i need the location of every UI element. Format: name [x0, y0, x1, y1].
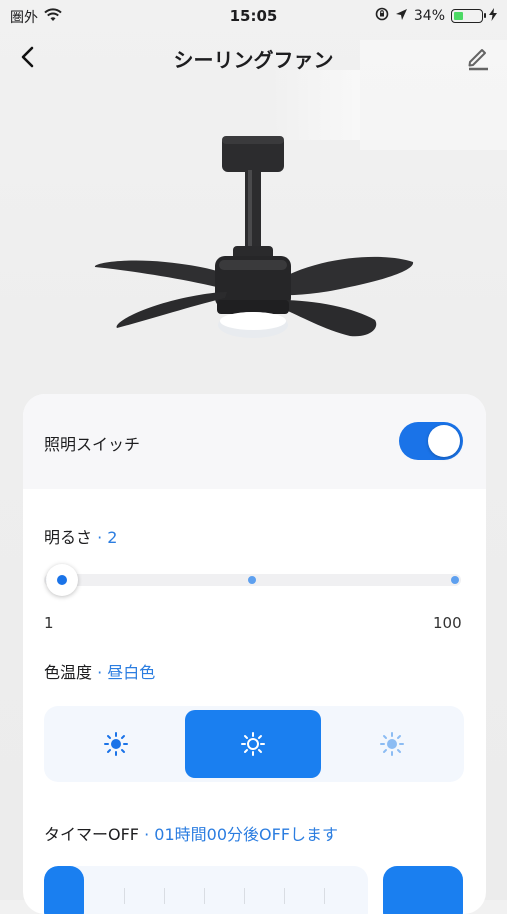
warm-sun-icon	[104, 732, 128, 756]
battery-icon	[451, 9, 486, 23]
brightness-slider-thumb[interactable]	[46, 564, 79, 596]
timer-tick	[204, 888, 205, 904]
timer-slider[interactable]	[44, 866, 368, 914]
color-temperature-value: 昼白色	[107, 663, 156, 682]
timer-action-button[interactable]	[383, 866, 463, 914]
timer-tick	[324, 888, 325, 904]
charging-icon	[489, 7, 497, 25]
light-switch-row: 照明スイッチ	[23, 394, 486, 489]
timer-tick	[124, 888, 125, 904]
brightness-min-label: 1	[44, 614, 54, 632]
color-temperature-separator: ·	[97, 663, 103, 682]
cool-color-option[interactable]	[324, 710, 460, 778]
neutral-sun-icon	[241, 732, 265, 756]
slider-stop	[451, 576, 459, 584]
brightness-max-label: 100	[433, 614, 462, 632]
timer-value: 01時間00分後OFFします	[154, 825, 339, 844]
timer-slider-thumb[interactable]	[44, 866, 84, 914]
location-icon	[395, 8, 408, 25]
neutral-color-option[interactable]	[185, 710, 321, 778]
color-temperature-label: 色温度	[44, 663, 93, 682]
color-temperature-selector	[44, 706, 464, 782]
timer-row: タイマーOFF · 01時間00分後OFFします	[44, 821, 338, 845]
color-temperature-row: 色温度 · 昼白色	[44, 659, 155, 683]
timer-tick	[284, 888, 285, 904]
timer-separator: ·	[144, 825, 150, 844]
ceiling-fan-image	[85, 130, 425, 345]
slider-stop	[248, 576, 256, 584]
brightness-separator: ·	[97, 528, 103, 547]
control-card: 照明スイッチ 明るさ · 2 1 100 色温度 · 昼白色 タイマーOFF ·…	[23, 394, 486, 914]
battery-percent: 34%	[413, 8, 445, 24]
timer-tick	[244, 888, 245, 904]
light-switch-toggle[interactable]	[399, 422, 463, 460]
warm-color-option[interactable]	[48, 710, 184, 778]
toggle-knob	[428, 425, 460, 457]
brightness-value: 2	[107, 528, 118, 547]
light-switch-label: 照明スイッチ	[44, 435, 141, 454]
brightness-slider[interactable]	[44, 564, 461, 596]
timer-label: タイマーOFF	[44, 825, 140, 844]
cool-sun-icon	[380, 732, 404, 756]
status-bar: 圏外 15:05 34%	[0, 0, 507, 32]
orientation-lock-icon	[375, 7, 389, 25]
brightness-label: 明るさ	[44, 528, 93, 547]
timer-tick	[164, 888, 165, 904]
brightness-row: 明るさ · 2	[44, 524, 117, 548]
